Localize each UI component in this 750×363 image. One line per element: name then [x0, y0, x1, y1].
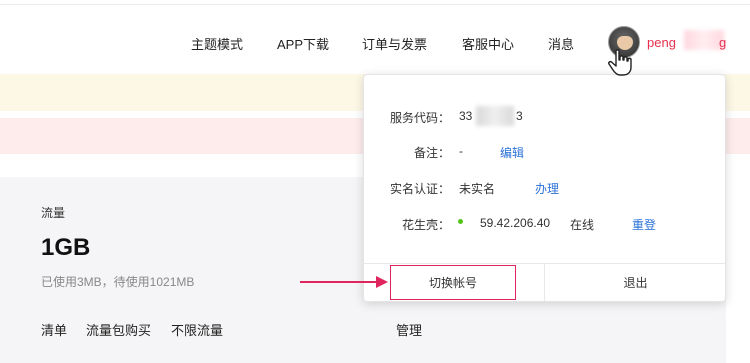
online-status-dot-icon — [458, 219, 463, 224]
flow-label: 流量 — [41, 206, 66, 220]
switch-account-button[interactable]: 切换帐号 — [390, 265, 516, 300]
service-code-start: 33 — [459, 109, 473, 123]
nav-orders-invoices[interactable]: 订单与发票 — [362, 34, 427, 53]
service-code-label: 服务代码： — [389, 111, 450, 125]
relogin-link[interactable]: 重登 — [632, 216, 656, 233]
username-redacted — [684, 30, 724, 50]
nav-app-download[interactable]: APP下载 — [277, 34, 329, 53]
username-end[interactable]: g — [719, 35, 726, 50]
manage-link[interactable]: 管理 — [396, 320, 422, 339]
hsk-status: 在线 — [570, 218, 595, 232]
username-start[interactable]: peng — [647, 35, 676, 50]
tab-flow-package-purchase[interactable]: 流量包购买 — [86, 320, 151, 339]
arrow-right-icon — [376, 276, 388, 288]
tab-list[interactable]: 清单 — [41, 320, 67, 339]
nav-customer-service[interactable]: 客服中心 — [462, 34, 514, 53]
tab-unlimited-flow[interactable]: 不限流量 — [171, 320, 223, 339]
edit-remark-link[interactable]: 编辑 — [500, 144, 524, 161]
hand-pointer-cursor-icon — [608, 49, 632, 76]
realname-value: 未实名 — [459, 182, 496, 196]
remark-label: 备注： — [413, 146, 450, 160]
realname-handle-link[interactable]: 办理 — [535, 180, 559, 197]
logout-button[interactable]: 退出 — [545, 265, 726, 300]
nav-theme-mode[interactable]: 主题模式 — [191, 34, 243, 53]
hsk-label: 花生壳： — [401, 218, 450, 232]
remark-value: - — [459, 144, 463, 158]
service-code-redacted — [476, 106, 514, 126]
nav-messages[interactable]: 消息 — [548, 34, 574, 53]
annotation-arrow-line — [300, 281, 378, 283]
service-code-end: 3 — [516, 109, 523, 123]
flow-usage: 已使用3MB，待使用1021MB — [41, 275, 195, 289]
realname-label: 实名认证： — [389, 182, 450, 196]
hsk-ip: 59.42.206.40 — [480, 216, 551, 230]
flow-value: 1GB — [41, 234, 91, 261]
